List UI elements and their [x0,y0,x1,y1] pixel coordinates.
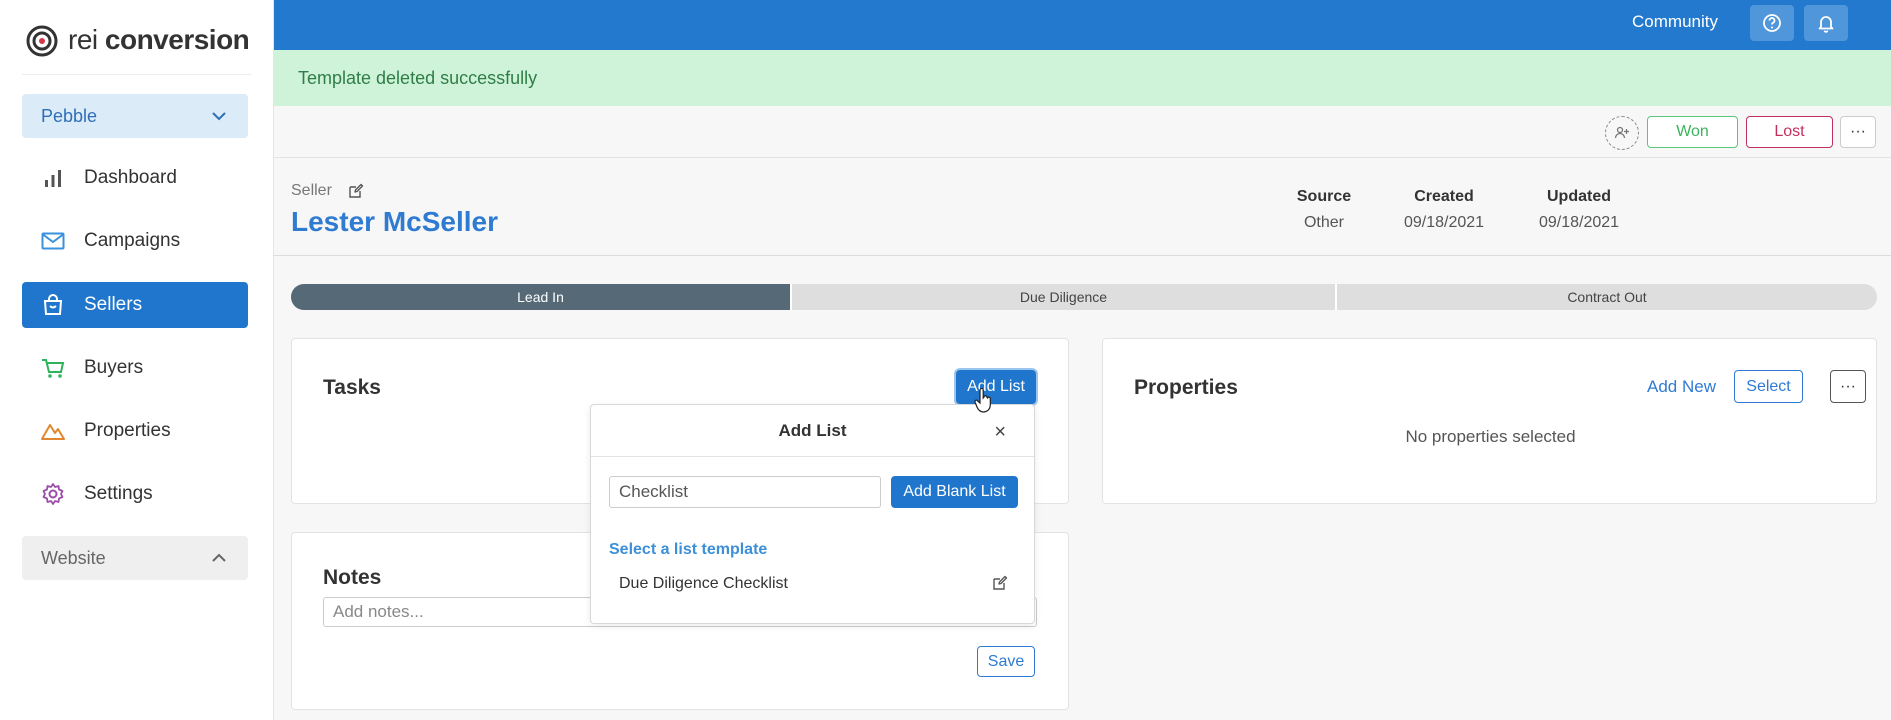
divider [22,74,251,75]
meta-value: 09/18/2021 [1403,214,1485,231]
sidebar-item-buyers[interactable]: Buyers [22,345,248,391]
sidebar-item-campaigns[interactable]: Campaigns [22,218,248,264]
select-property-button[interactable]: Select [1734,370,1803,403]
top-bar: Community [274,0,1891,50]
website-section-label: Website [41,547,106,568]
success-alert: Template deleted successfully [274,50,1891,106]
community-link[interactable]: Community [1632,12,1718,32]
sidebar-item-label: Buyers [84,357,144,378]
stage-lead-in[interactable]: Lead In [291,284,792,310]
properties-card: Properties Add New Select ··· No propert… [1102,338,1877,504]
save-notes-button[interactable]: Save [977,646,1035,677]
meta-updated: Updated 09/18/2021 [1529,188,1629,232]
sidebar: rei conversion Pebble Dashboard Campaign… [0,0,274,720]
properties-more-button[interactable]: ··· [1830,370,1866,403]
chevron-up-icon [212,553,226,562]
gear-icon [40,481,66,507]
template-heading: Select a list template [609,541,768,558]
sidebar-item-label: Properties [84,420,171,441]
hand-cursor-icon [974,388,991,413]
properties-title: Properties [1134,376,1238,399]
mail-icon [40,228,66,254]
properties-empty-message: No properties selected [1405,427,1576,446]
bar-chart-icon [40,165,66,191]
basket-icon [40,292,66,318]
lost-button[interactable]: Lost [1746,116,1833,148]
chevron-down-icon [212,112,226,121]
add-user-icon [1614,126,1629,139]
logo-icon [26,25,58,57]
sidebar-item-label: Dashboard [84,167,177,188]
more-actions-button[interactable]: ··· [1840,116,1876,148]
meta-value: 09/18/2021 [1538,214,1620,231]
meta-source: Source Other [1281,188,1367,232]
meta-label: Created [1414,188,1474,205]
sidebar-item-dashboard[interactable]: Dashboard [22,155,248,201]
cart-icon [40,355,66,381]
bell-icon [1818,16,1834,33]
edit-icon[interactable] [992,575,1008,591]
help-icon [1763,14,1781,32]
sidebar-item-sellers[interactable]: Sellers [22,282,248,328]
pipeline-stages: Lead In Due Diligence Contract Out [291,284,1877,310]
record-action-bar: Won Lost ··· [274,106,1891,158]
alert-message: Template deleted successfully [298,68,538,88]
sidebar-item-label: Sellers [84,294,143,315]
add-blank-list-button[interactable]: Add Blank List [891,476,1018,508]
meta-value: Other [1303,214,1344,231]
record-type: Seller [291,182,332,199]
won-button[interactable]: Won [1647,116,1738,148]
edit-icon[interactable] [348,183,364,199]
record-header: Seller Lester McSeller Source Other Crea… [274,158,1891,256]
account-select-value: Pebble [41,105,98,126]
meta-created: Created 09/18/2021 [1394,188,1494,232]
sidebar-item-label: Settings [84,483,153,504]
meta-label: Source [1296,188,1352,205]
close-icon[interactable]: × [994,421,1006,444]
logo-text-light: rei [68,24,105,55]
logo-text-bold: conversion [104,24,250,55]
add-new-property-link[interactable]: Add New [1647,377,1716,397]
notifications-button[interactable] [1804,5,1848,41]
record-name: Lester McSeller [291,206,498,237]
account-select[interactable]: Pebble [22,94,248,138]
add-list-popover: Add List × Checklist Add Blank List Sele… [590,404,1035,624]
assign-user-button[interactable] [1605,116,1639,150]
tasks-title: Tasks [323,376,381,399]
template-item[interactable]: Due Diligence Checklist [619,575,788,593]
notes-title: Notes [323,566,382,589]
stage-contract-out[interactable]: Contract Out [1337,284,1877,310]
add-list-button[interactable]: Add List [956,370,1036,404]
website-section-toggle[interactable]: Website [22,536,248,580]
logo[interactable]: rei conversion [24,20,250,60]
help-button[interactable] [1750,5,1794,41]
stage-due-diligence[interactable]: Due Diligence [792,284,1337,310]
list-name-input[interactable]: Checklist [609,476,881,508]
sidebar-item-label: Campaigns [84,230,181,251]
sidebar-item-settings[interactable]: Settings [22,471,248,517]
mountain-icon [40,418,66,444]
popover-title: Add List [591,405,1034,457]
sidebar-item-properties[interactable]: Properties [22,408,248,454]
meta-label: Updated [1547,188,1611,205]
